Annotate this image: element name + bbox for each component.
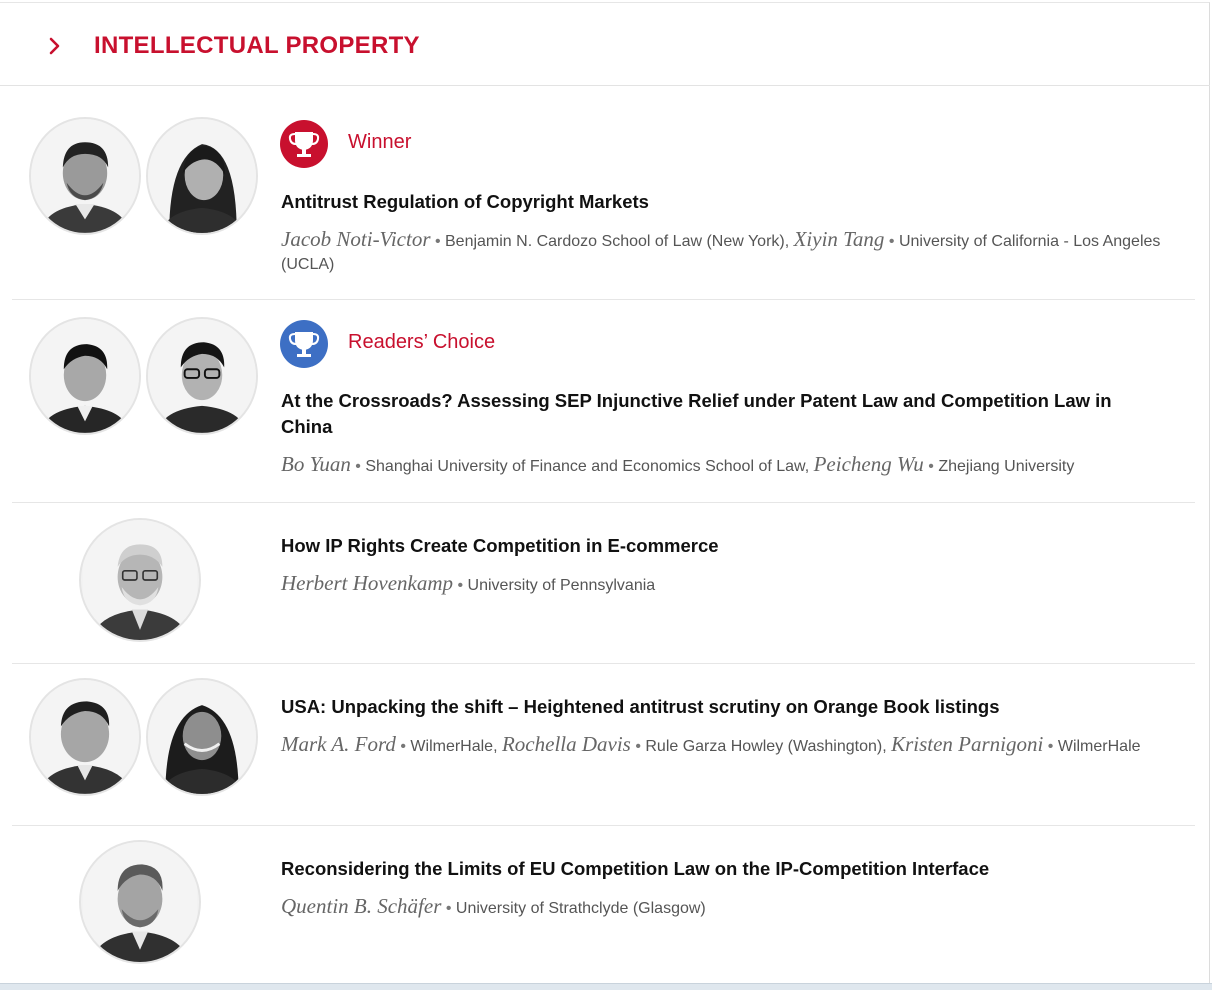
article-entry: Readers’ Choice At the Crossroads? Asses…	[12, 300, 1195, 503]
award-label: Winner	[348, 131, 412, 153]
author-name[interactable]: Herbert Hovenkamp	[281, 571, 453, 595]
author-photo	[79, 518, 201, 642]
article-title[interactable]: How IP Rights Create Competition in E-co…	[281, 533, 1161, 559]
author-name[interactable]: Rochella Davis	[502, 732, 631, 756]
author-line: Bo Yuan • Shanghai University of Finance…	[281, 452, 1075, 476]
author-photo	[146, 317, 258, 435]
author-name[interactable]: Jacob Noti-Victor	[281, 227, 431, 251]
author-name[interactable]: Quentin B. Schäfer	[281, 894, 441, 918]
author-name[interactable]: Bo Yuan	[281, 452, 351, 476]
author-line: Mark A. Ford • WilmerHale, Rochella Davi…	[281, 732, 1141, 756]
article-title[interactable]: USA: Unpacking the shift – Heightened an…	[281, 694, 1161, 720]
article-entry: Reconsidering the Limits of EU Competiti…	[12, 826, 1195, 984]
article-entry: How IP Rights Create Competition in E-co…	[12, 503, 1195, 664]
author-affiliation: Rule Garza Howley (Washington)	[645, 738, 883, 755]
article-title[interactable]: Antitrust Regulation of Copyright Market…	[281, 189, 1161, 215]
section-header[interactable]: INTELLECTUAL PROPERTY	[0, 3, 1210, 86]
author-affiliation: Zhejiang University	[938, 458, 1075, 475]
author-photo	[146, 678, 258, 796]
article-title[interactable]: Reconsidering the Limits of EU Competiti…	[281, 856, 1161, 882]
window-bottom-edge	[0, 983, 1212, 990]
author-name[interactable]: Xiyin Tang	[794, 227, 885, 251]
author-name[interactable]: Kristen Parnigoni	[891, 732, 1043, 756]
ip-section-panel: INTELLECTUAL PROPERTY Winner Antitrust R…	[0, 2, 1210, 983]
section-title: INTELLECTUAL PROPERTY	[94, 32, 420, 59]
author-affiliation: University of Strathclyde (Glasgow)	[455, 900, 706, 917]
author-line: Herbert Hovenkamp • University of Pennsy…	[281, 571, 656, 595]
award-label: Readers’ Choice	[348, 331, 496, 353]
trophy-icon	[280, 320, 328, 368]
article-entry: Winner Antitrust Regulation of Copyright…	[12, 86, 1195, 300]
author-affiliation: University of Pennsylvania	[467, 577, 656, 594]
author-line: Jacob Noti-Victor • Benjamin N. Cardozo …	[281, 227, 1161, 274]
article-title[interactable]: At the Crossroads? Assessing SEP Injunct…	[281, 388, 1161, 440]
chevron-right-icon[interactable]	[46, 34, 64, 58]
author-photo	[29, 317, 141, 435]
trophy-icon	[280, 120, 328, 168]
author-photo	[29, 678, 141, 796]
author-photo	[79, 840, 201, 964]
author-name[interactable]: Peicheng Wu	[814, 452, 924, 476]
author-affiliation: Shanghai University of Finance and Econo…	[365, 458, 805, 475]
author-line: Quentin B. Schäfer • University of Strat…	[281, 894, 706, 918]
author-photo	[146, 117, 258, 235]
author-name[interactable]: Mark A. Ford	[281, 732, 396, 756]
author-affiliation: WilmerHale	[1057, 738, 1141, 755]
author-affiliation: Benjamin N. Cardozo School of Law (New Y…	[445, 233, 785, 250]
article-entry: USA: Unpacking the shift – Heightened an…	[12, 664, 1195, 826]
author-affiliation: WilmerHale	[410, 738, 494, 755]
author-photo	[29, 117, 141, 235]
